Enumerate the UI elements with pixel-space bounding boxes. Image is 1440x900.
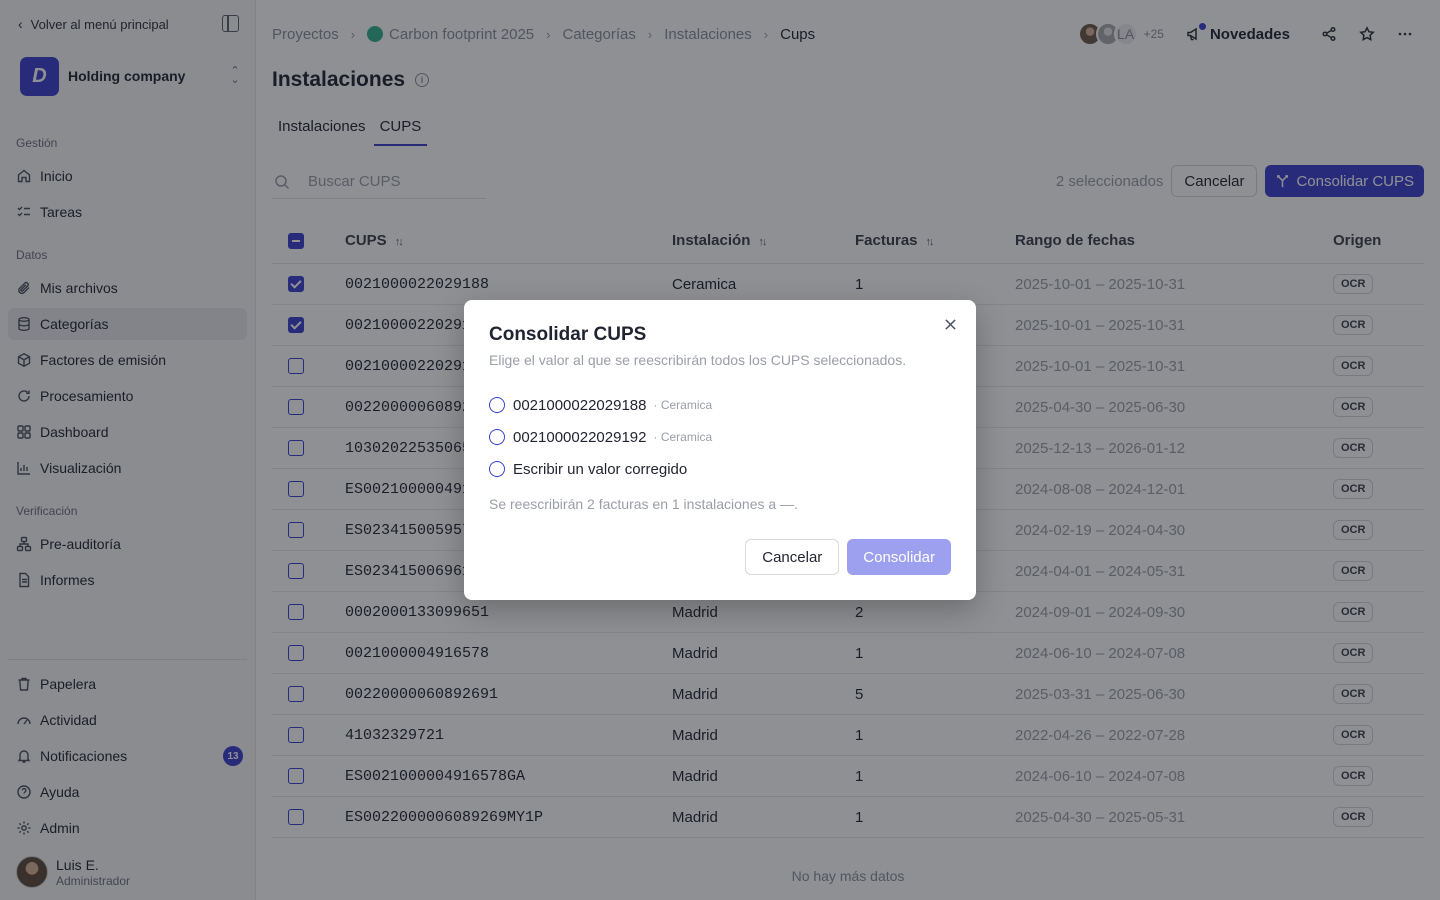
dialog-title: Consolidar CUPS <box>489 324 647 345</box>
dialog-note: Se reescribirán 2 facturas en 1 instalac… <box>489 496 798 512</box>
radio-button[interactable] <box>489 397 505 413</box>
option-value: 0021000022029188 <box>513 396 647 414</box>
close-button[interactable] <box>942 316 958 332</box>
option-cups-2[interactable]: 0021000022029192 · Ceramica <box>489 427 712 447</box>
option-meta: · Ceramica <box>653 430 713 444</box>
option-cups-1[interactable]: 0021000022029188 · Ceramica <box>489 395 712 415</box>
consolidate-button[interactable]: Consolidar <box>847 539 951 575</box>
option-value: Escribir un valor corregido <box>513 460 688 478</box>
consolidate-cups-dialog: Consolidar CUPS Elige el valor al que se… <box>464 300 976 600</box>
cancel-button[interactable]: Cancelar <box>745 539 840 575</box>
option-meta: · Ceramica <box>653 398 713 412</box>
option-value: 0021000022029192 <box>513 428 647 446</box>
dialog-actions: Cancelar Consolidar <box>745 539 951 575</box>
close-icon <box>944 318 956 330</box>
option-custom-value[interactable]: Escribir un valor corregido <box>489 459 687 479</box>
radio-button[interactable] <box>489 429 505 445</box>
radio-button[interactable] <box>489 461 505 477</box>
dialog-subtitle: Elige el valor al que se reescribirán to… <box>489 352 907 368</box>
